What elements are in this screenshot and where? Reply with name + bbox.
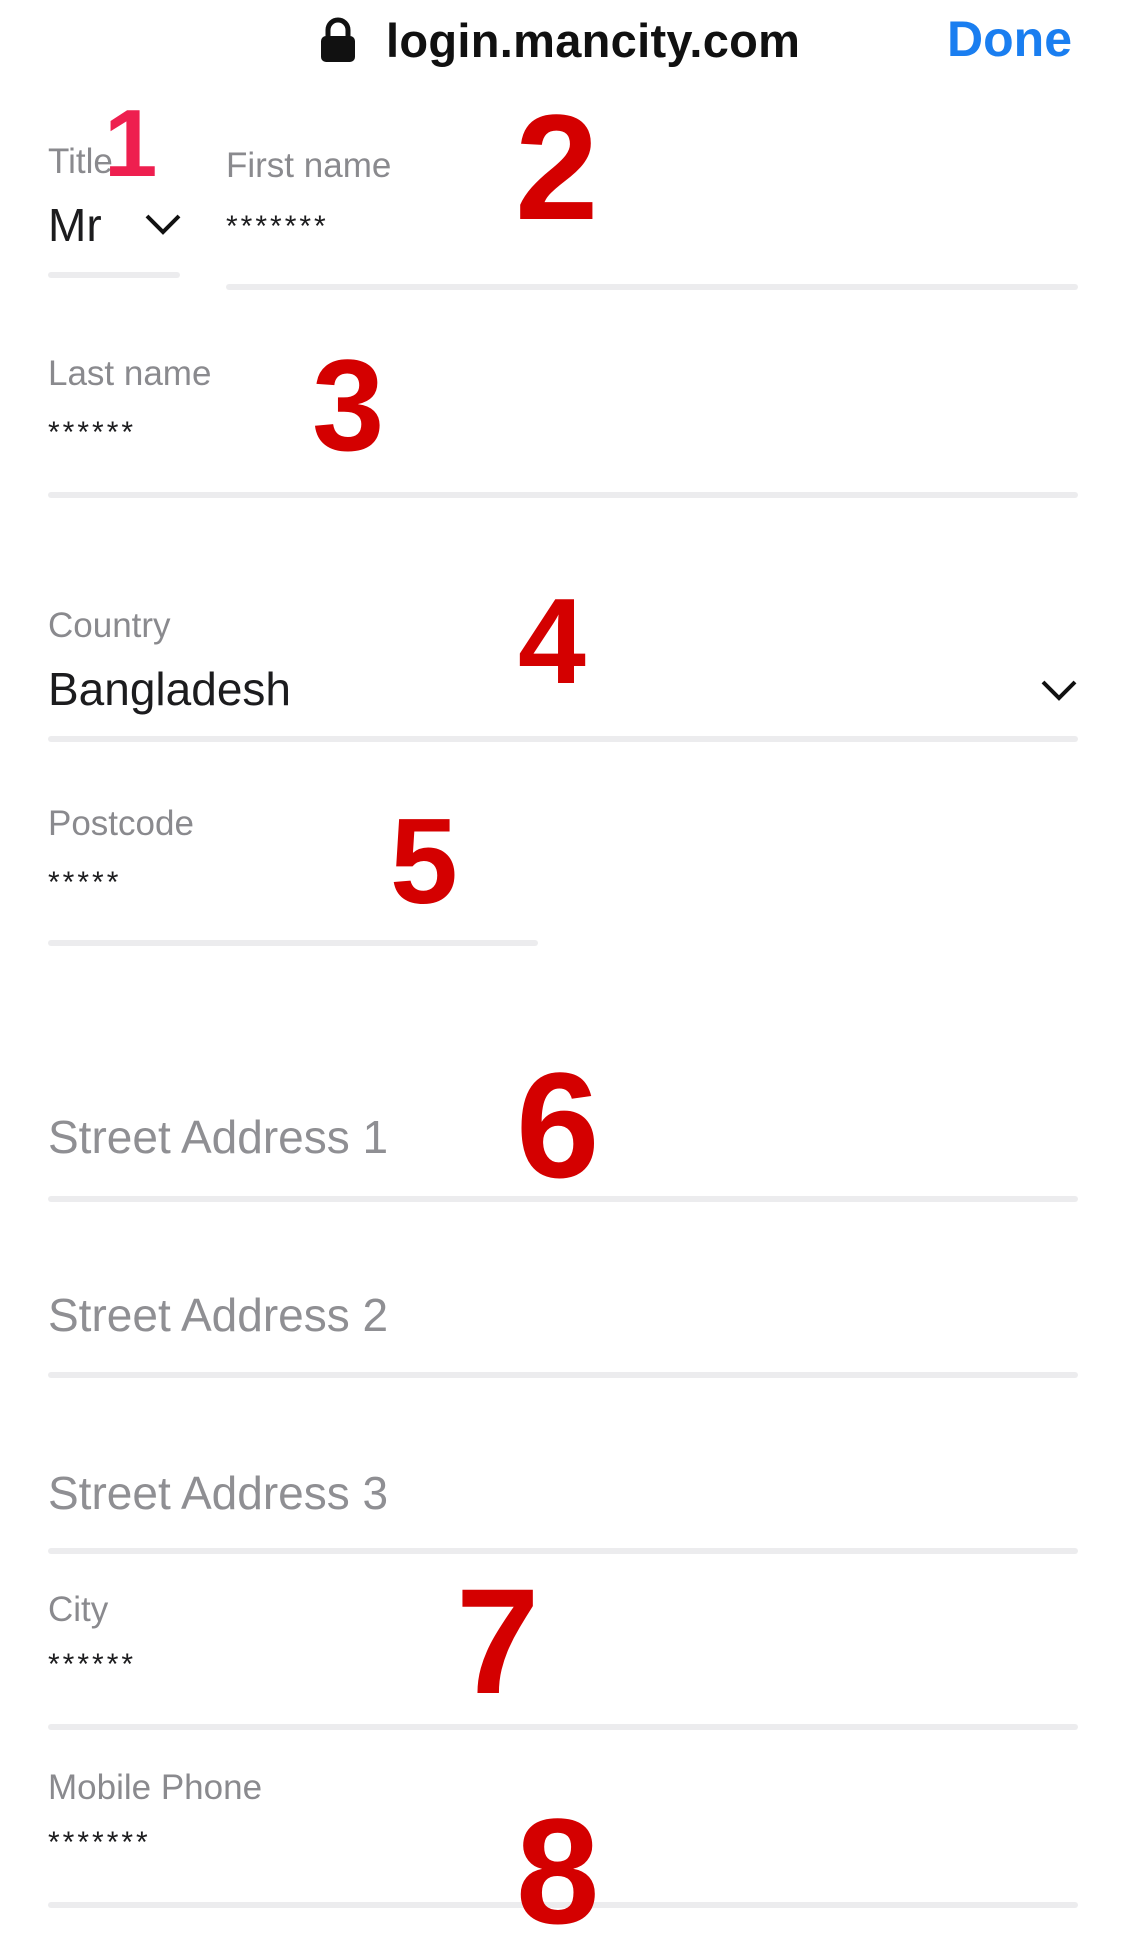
city-value: ****** bbox=[48, 1648, 137, 1681]
street-address-3-field[interactable]: Street Address 3 bbox=[48, 1456, 1078, 1566]
title-value: Mr bbox=[48, 199, 102, 251]
street-address-3-placeholder: Street Address 3 bbox=[48, 1467, 389, 1519]
first-name-field[interactable]: First name ******* bbox=[226, 128, 1078, 290]
postcode-field[interactable]: Postcode ***** bbox=[48, 790, 538, 950]
annotation-4: 4 bbox=[518, 573, 586, 709]
url-text: login.mancity.com bbox=[386, 13, 801, 67]
street-address-3-underline bbox=[48, 1548, 1078, 1554]
street-address-2-underline bbox=[48, 1372, 1078, 1378]
mobile-phone-value: ******* bbox=[48, 1826, 151, 1859]
country-label: Country bbox=[48, 606, 171, 645]
last-name-field[interactable]: Last name ****** bbox=[48, 334, 1078, 500]
annotation-3: 3 bbox=[312, 332, 385, 478]
street-address-2-placeholder: Street Address 2 bbox=[48, 1289, 389, 1341]
street-address-1-placeholder: Street Address 1 bbox=[48, 1111, 389, 1163]
browser-top-bar: login.mancity.com Done bbox=[0, 0, 1125, 80]
chevron-down-icon bbox=[145, 214, 181, 235]
postcode-value: ***** bbox=[48, 866, 122, 899]
city-underline bbox=[48, 1724, 1078, 1730]
url-display: login.mancity.com bbox=[320, 8, 800, 72]
postcode-label: Postcode bbox=[48, 804, 194, 843]
first-name-label: First name bbox=[226, 146, 392, 185]
chevron-down-icon bbox=[1041, 680, 1077, 701]
annotation-5: 5 bbox=[390, 793, 458, 929]
annotation-6: 6 bbox=[516, 1041, 600, 1209]
lock-icon bbox=[321, 17, 355, 62]
last-name-value: ****** bbox=[48, 416, 137, 449]
first-name-value: ******* bbox=[226, 210, 329, 243]
city-field[interactable]: City ****** bbox=[48, 1586, 1078, 1736]
done-button[interactable]: Done bbox=[947, 10, 1072, 68]
last-name-label: Last name bbox=[48, 354, 212, 393]
postcode-underline bbox=[48, 940, 538, 946]
city-label: City bbox=[48, 1590, 109, 1629]
mobile-phone-label: Mobile Phone bbox=[48, 1768, 263, 1807]
annotation-1: 1 bbox=[104, 90, 158, 197]
annotation-7: 7 bbox=[456, 1557, 540, 1725]
annotation-2: 2 bbox=[515, 83, 599, 251]
last-name-underline bbox=[48, 492, 1078, 498]
country-underline bbox=[48, 736, 1078, 742]
street-address-2-field[interactable]: Street Address 2 bbox=[48, 1278, 1078, 1388]
title-underline bbox=[48, 272, 180, 278]
first-name-underline bbox=[226, 284, 1078, 290]
country-value: Bangladesh bbox=[48, 663, 291, 715]
annotation-8: 8 bbox=[516, 1787, 600, 1955]
